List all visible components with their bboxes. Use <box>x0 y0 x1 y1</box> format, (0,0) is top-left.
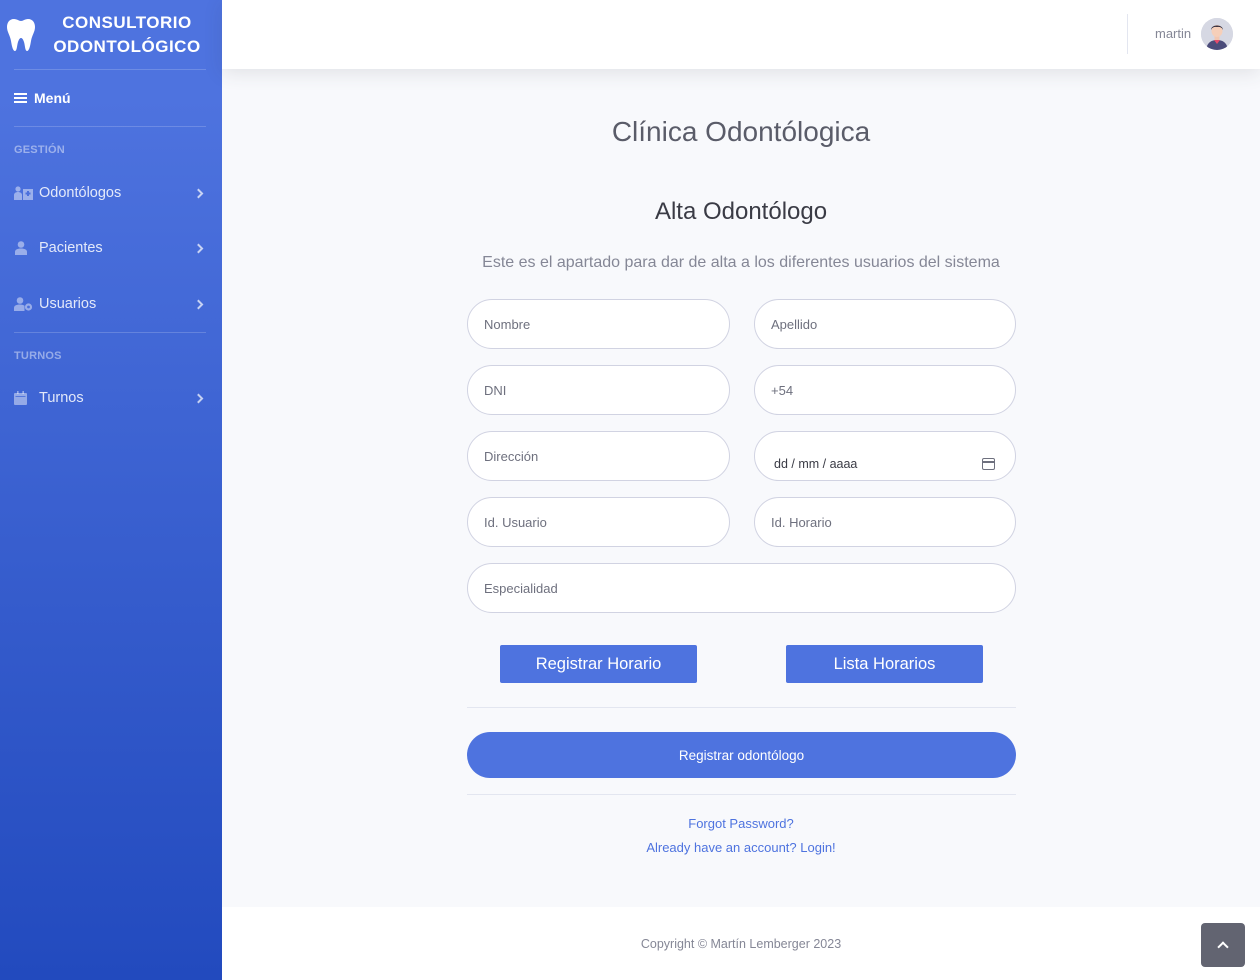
apellido-placeholder: Apellido <box>771 316 818 332</box>
form-divider <box>467 794 1016 795</box>
id-horario-field[interactable]: Id. Horario <box>754 497 1016 547</box>
brand-line1: CONSULTORIO <box>62 12 192 32</box>
sidebar-menu-toggle[interactable]: Menú <box>0 70 222 126</box>
chevron-right-icon <box>193 188 204 198</box>
scroll-to-top-button[interactable] <box>1201 923 1245 967</box>
user-cog-icon <box>14 297 34 311</box>
brand-line2: ODONTOLÓGICO <box>53 36 201 56</box>
registrar-horario-button[interactable]: Registrar Horario <box>500 645 697 683</box>
id-usuario-field[interactable]: Id. Usuario <box>467 497 730 547</box>
page-title: Clínica Odontólogica <box>611 116 871 147</box>
bars-icon <box>14 91 27 105</box>
section-label-gestion: GESTIÓN <box>14 144 65 156</box>
direccion-placeholder: Dirección <box>484 448 539 464</box>
chevron-right-icon <box>193 393 204 403</box>
user-name[interactable]: martin <box>1155 26 1191 41</box>
sidebar-item-pacientes[interactable]: Pacientes <box>0 220 222 276</box>
fecha-nacimiento-field[interactable]: dd / mm / aaaa <box>754 431 1016 481</box>
users-hospital-icon <box>14 186 34 200</box>
sidebar: CONSULTORIO ODONTOLÓGICO Menú GESTIÓN Od… <box>0 0 222 980</box>
sidebar-item-usuarios[interactable]: Usuarios <box>0 276 222 332</box>
id-usuario-placeholder: Id. Usuario <box>484 514 547 530</box>
chevron-up-icon <box>1217 941 1229 953</box>
lista-horarios-button[interactable]: Lista Horarios <box>786 645 983 683</box>
form-description: Este es el apartado para dar de alta a l… <box>482 254 1000 271</box>
telefono-field[interactable]: +54 <box>754 365 1016 415</box>
section-label-turnos: TURNOS <box>14 350 62 362</box>
form-title: Alta Odontólogo <box>654 198 828 225</box>
sidebar-brand[interactable]: CONSULTORIO ODONTOLÓGICO <box>0 0 222 69</box>
topbar-divider <box>1127 14 1128 54</box>
tooth-icon <box>7 18 35 51</box>
fecha-placeholder: dd / mm / aaaa <box>774 457 858 471</box>
copyright-text: Copyright © Martín Lemberger 2023 <box>640 937 842 951</box>
forgot-password-link[interactable]: Forgot Password? <box>222 816 1260 831</box>
telefono-placeholder: +54 <box>771 382 794 398</box>
sidebar-item-label: Pacientes <box>39 240 103 256</box>
especialidad-field[interactable]: Especialidad <box>467 563 1016 613</box>
dni-field[interactable]: DNI <box>467 365 730 415</box>
chevron-right-icon <box>193 243 204 253</box>
registrar-odontologo-button[interactable]: Registrar odontólogo <box>467 732 1016 778</box>
sidebar-item-label: Usuarios <box>39 296 97 312</box>
sidebar-item-label: Odontólogos <box>39 185 122 201</box>
footer: Copyright © Martín Lemberger 2023 <box>222 907 1260 980</box>
id-horario-placeholder: Id. Horario <box>771 514 832 530</box>
calendar-picker-icon[interactable] <box>982 458 995 470</box>
nombre-field[interactable]: Nombre <box>467 299 730 349</box>
sidebar-item-label: Turnos <box>39 390 84 406</box>
sidebar-item-odontologos[interactable]: Odontólogos <box>0 166 222 220</box>
nombre-placeholder: Nombre <box>484 316 531 332</box>
user-icon <box>14 241 34 255</box>
login-link[interactable]: Already have an account? Login! <box>222 840 1260 855</box>
form-divider <box>467 707 1016 708</box>
especialidad-placeholder: Especialidad <box>484 580 558 596</box>
menu-label: Menú <box>34 90 71 106</box>
chevron-right-icon <box>193 299 204 309</box>
calendar-icon <box>14 391 34 405</box>
topbar: martin <box>222 0 1260 69</box>
avatar[interactable] <box>1201 18 1233 50</box>
dni-placeholder: DNI <box>484 382 507 398</box>
apellido-field[interactable]: Apellido <box>754 299 1016 349</box>
sidebar-item-turnos[interactable]: Turnos <box>0 370 222 426</box>
brand-name: CONSULTORIO ODONTOLÓGICO <box>36 11 222 59</box>
direccion-field[interactable]: Dirección <box>467 431 730 481</box>
